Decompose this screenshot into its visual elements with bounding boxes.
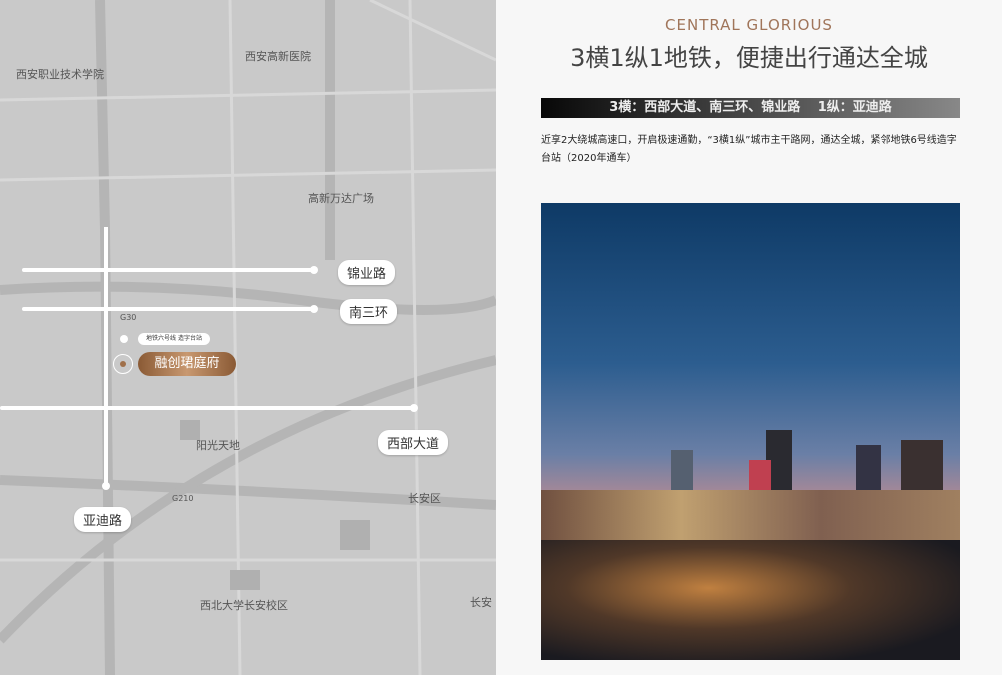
road-dot	[310, 266, 318, 274]
map-label: 阳光天地	[196, 439, 240, 452]
project-name-label: 融创珺庭府	[138, 352, 236, 376]
map-label: 长安区	[408, 492, 441, 505]
label-nansanhuan-road: 南三环	[340, 299, 398, 324]
label-yadi-road: 亚迪路	[74, 507, 132, 532]
road-xibu	[0, 406, 416, 410]
map-background	[0, 0, 496, 675]
map-label: 高新万达广场	[308, 192, 374, 205]
content-panel: CENTRAL GLORIOUS 3横1纵1地铁，便捷出行通达全城 3横：西部大…	[496, 0, 1002, 675]
road-dot	[102, 482, 110, 490]
metro-station-label: 地铁六号线 造字台站	[138, 333, 210, 345]
map-label: 长安	[470, 596, 492, 609]
roads-summary-bar: 3横：西部大道、南三环、锦业路 1纵：亚迪路	[541, 98, 960, 118]
road-dot	[310, 305, 318, 313]
map-label: 西安职业技术学院	[16, 68, 104, 81]
map-label: 西北大学长安校区	[200, 599, 288, 612]
map-label: 西安高新医院	[245, 50, 311, 63]
road-yadi	[104, 227, 108, 487]
project-location-icon	[113, 354, 133, 374]
metro-dot	[120, 335, 128, 343]
map-label: G30	[120, 313, 137, 322]
road-jinye	[22, 268, 316, 272]
city-night-photo	[541, 203, 960, 660]
section-subtitle: CENTRAL GLORIOUS	[665, 16, 833, 34]
map-label: G210	[172, 494, 194, 503]
description-text: 近享2大绕城高速口，开启极速通勤，“3横1纵”城市主干路网，通达全城，紧邻地铁6…	[541, 135, 957, 164]
section-title: 3横1纵1地铁，便捷出行通达全城	[570, 44, 928, 72]
road-dot	[410, 404, 418, 412]
label-xibu-road: 西部大道	[378, 430, 449, 455]
location-map[interactable]: 西安职业技术学院 西安高新医院 高新万达广场 G30 G210 阳光天地 长安区…	[0, 0, 496, 675]
label-jinye-road: 锦业路	[338, 260, 396, 285]
road-nansanhuan	[22, 307, 316, 311]
